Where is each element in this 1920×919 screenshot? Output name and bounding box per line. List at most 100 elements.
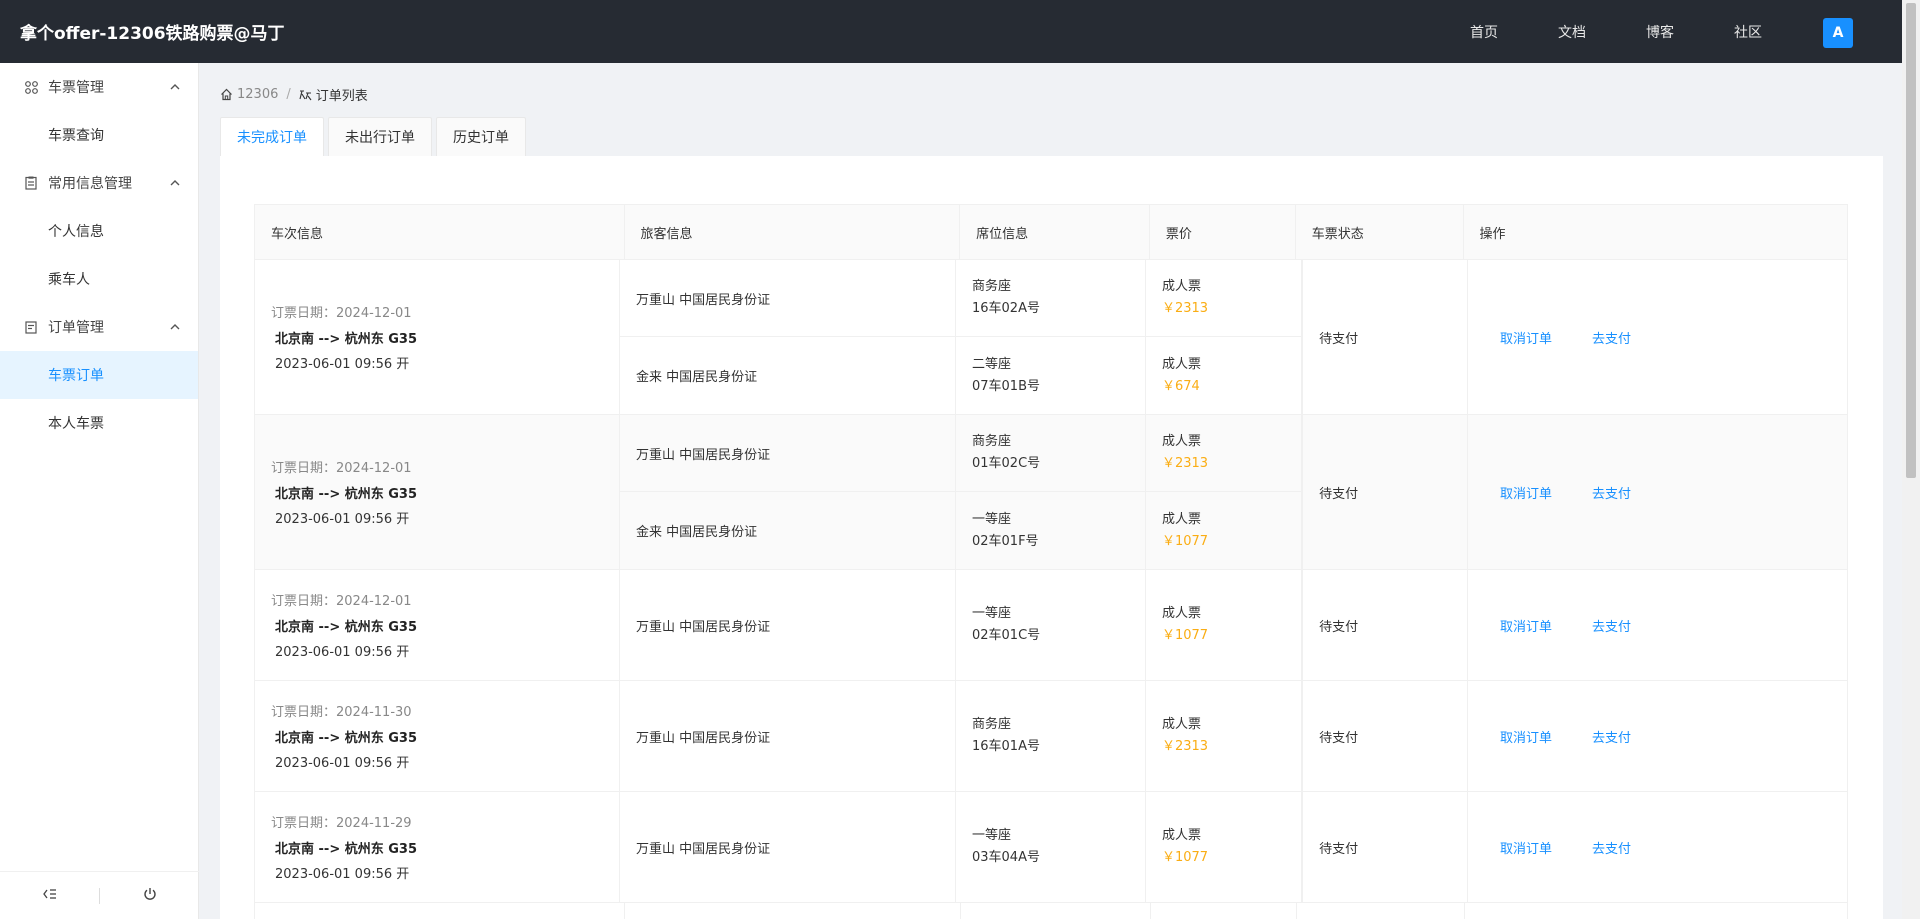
tab-upcoming-orders[interactable]: 未出行订单: [328, 117, 432, 156]
cancel-order-button[interactable]: 取消订单: [1500, 328, 1552, 347]
passenger-row: 万重山 中国居民身份证 商务座 16车02A号 成人票 ￥2313: [619, 260, 1302, 337]
power-icon: [143, 887, 157, 905]
document-icon: [24, 176, 38, 190]
sidebar-item-passengers[interactable]: 乘车人: [0, 255, 198, 303]
ticket-price: ￥2313: [1161, 739, 1209, 754]
departure-time: 2023-06-01 09:56 开: [275, 512, 410, 527]
orders-table: 车次信息 旅客信息 席位信息 票价 车票状态 操作 订票日期：2024-12-0…: [254, 204, 1848, 919]
train-info: 订票日期：2024-12-01 北京南 --> 杭州东 G35 2023-06-…: [255, 260, 620, 414]
sidebar-item-personal-info[interactable]: 个人信息: [0, 207, 198, 255]
scrollbar-thumb[interactable]: [1906, 3, 1916, 478]
seat-type: 商务座: [971, 434, 1011, 449]
chevron-up-icon: [170, 322, 180, 333]
seat-info: 一等座 02车01C号: [956, 570, 1146, 680]
table-row: 订票日期：2024-12-01 北京南 --> 杭州东 G35 2023-06-…: [255, 570, 1847, 681]
seat-info: 商务座 16车02A号: [956, 260, 1146, 336]
order-date: 订票日期：2024-12-01: [271, 306, 412, 321]
cancel-order-button[interactable]: 取消订单: [1500, 727, 1552, 746]
passenger-name: 万重山 中国居民身份证: [620, 792, 956, 902]
order-actions: 取消订单 去支付: [1468, 260, 1847, 414]
passenger-list: 万重山 中国居民身份证 商务座 01车02C号 成人票 ￥2313 金来 中国居…: [619, 415, 1303, 569]
seat-number: 01车02C号: [971, 456, 1041, 471]
apps-icon: [24, 80, 38, 94]
ticket-type: 成人票: [1161, 279, 1201, 294]
menu-group-label: 车票管理: [48, 80, 104, 96]
column-header-passenger: 旅客信息: [625, 205, 961, 259]
nav-docs[interactable]: 文档: [1528, 22, 1616, 42]
train-info: 订票日期：2024-11-29 北京南 --> 杭州东 G35 2023-06-…: [255, 792, 620, 902]
home-icon: [220, 88, 233, 101]
seat-type: 商务座: [971, 279, 1011, 294]
train-route: 北京南 --> 杭州东 G35: [275, 842, 418, 857]
avatar[interactable]: A: [1823, 18, 1853, 48]
price-info: 成人票 ￥2313: [1146, 415, 1292, 491]
list-icon: [299, 89, 312, 101]
cancel-order-button[interactable]: 取消订单: [1500, 616, 1552, 635]
nav-community[interactable]: 社区: [1704, 22, 1792, 42]
ticket-type: 成人票: [1161, 434, 1201, 449]
chevron-up-icon: [170, 82, 180, 93]
passenger-name: 金来 中国居民身份证: [620, 492, 956, 569]
seat-number: 16车01A号: [971, 739, 1040, 754]
tab-unfinished-orders[interactable]: 未完成订单: [220, 117, 324, 156]
passenger-list: 万重山 中国居民身份证 一等座 03车04A号 成人票 ￥1077: [620, 792, 1303, 902]
menu-group-label: 订单管理: [48, 320, 104, 336]
order-tabs: 未完成订单 未出行订单 历史订单: [220, 117, 530, 156]
seat-info: 商务座 16车01A号: [956, 681, 1146, 791]
nav-blog[interactable]: 博客: [1616, 22, 1704, 42]
logout-button[interactable]: [100, 887, 199, 905]
menu-group-orders[interactable]: 订单管理: [0, 303, 198, 351]
table-row: 订票日期：2024-12-01 北京南 --> 杭州东 G35 2023-06-…: [255, 415, 1847, 570]
chevron-up-icon: [170, 178, 180, 189]
cancel-order-button[interactable]: 取消订单: [1500, 838, 1552, 857]
passenger-row: 金来 中国居民身份证 一等座 02车01F号 成人票 ￥1077: [620, 492, 1301, 569]
price-info: 成人票 ￥674: [1146, 337, 1292, 414]
seat-info: 商务座 01车02C号: [956, 415, 1146, 491]
price-info: 成人票 ￥2313: [1146, 681, 1292, 791]
pay-button[interactable]: 去支付: [1592, 483, 1631, 502]
order-actions: 取消订单 去支付: [1468, 681, 1847, 791]
train-info: 订票日期：2024-12-01 北京南 --> 杭州东 G35 2023-06-…: [255, 415, 620, 569]
ticket-status: 待支付: [1302, 415, 1469, 569]
passenger-name: 万重山 中国居民身份证: [620, 681, 956, 791]
page-scrollbar[interactable]: [1902, 0, 1920, 919]
tab-history-orders[interactable]: 历史订单: [436, 117, 526, 156]
actions-cell: [1465, 903, 1847, 919]
order-actions: 取消订单 去支付: [1468, 792, 1847, 902]
sidebar-item-ticket-query[interactable]: 车票查询: [0, 111, 198, 159]
ticket-status: 待支付: [1302, 570, 1469, 680]
passenger-row: 万重山 中国居民身份证 一等座 02车01C号 成人票 ￥1077: [620, 570, 1301, 680]
sidebar-item-ticket-orders[interactable]: 车票订单: [0, 351, 198, 399]
seat-number: 07车01B号: [971, 378, 1040, 394]
pay-button[interactable]: 去支付: [1592, 838, 1631, 857]
passenger-list: 万重山 中国居民身份证 商务座 16车02A号 成人票 ￥2313 金来 中国居…: [619, 260, 1303, 414]
passenger-name: 万重山 中国居民身份证: [620, 415, 956, 491]
brand-title: 拿个offer-12306铁路购票@马丁: [20, 24, 285, 44]
breadcrumb-home[interactable]: 12306: [220, 87, 278, 102]
pay-button[interactable]: 去支付: [1592, 616, 1631, 635]
seat-type: 商务座: [971, 717, 1011, 732]
passenger-name: 金来 中国居民身份证: [620, 337, 956, 414]
menu-group-ticket[interactable]: 车票管理: [0, 63, 198, 111]
status-cell: [1297, 903, 1465, 919]
train-info: 订票日期：2024-11-30 北京南 --> 杭州东 G35 2023-06-…: [255, 681, 620, 791]
collapse-sidebar-button[interactable]: [0, 888, 99, 904]
price-cell: [1151, 903, 1297, 919]
seat-info: 一等座 02车01F号: [956, 492, 1146, 569]
pay-button[interactable]: 去支付: [1592, 727, 1631, 746]
sidebar-item-my-tickets[interactable]: 本人车票: [0, 399, 198, 447]
table-row: 订票日期：2024-11-30 北京南 --> 杭州东 G35 2023-06-…: [255, 681, 1847, 792]
nav-home[interactable]: 首页: [1440, 22, 1528, 42]
table-header: 车次信息 旅客信息 席位信息 票价 车票状态 操作: [255, 205, 1847, 260]
passenger-list: 万重山 中国居民身份证 商务座 16车01A号 成人票 ￥2313: [620, 681, 1303, 791]
seat-number: 03车04A号: [971, 850, 1040, 865]
price-info: 成人票 ￥1077: [1146, 570, 1292, 680]
breadcrumb-current-label: 订单列表: [315, 89, 368, 104]
cancel-order-button[interactable]: 取消订单: [1500, 483, 1552, 502]
menu-group-common-info[interactable]: 常用信息管理: [0, 159, 198, 207]
pay-button[interactable]: 去支付: [1592, 328, 1631, 347]
breadcrumb: 12306 / 订单列表: [220, 85, 368, 104]
price-info: 成人票 ￥2313: [1146, 260, 1292, 336]
breadcrumb-home-label: 12306: [237, 87, 279, 102]
table-row: [255, 903, 1847, 919]
